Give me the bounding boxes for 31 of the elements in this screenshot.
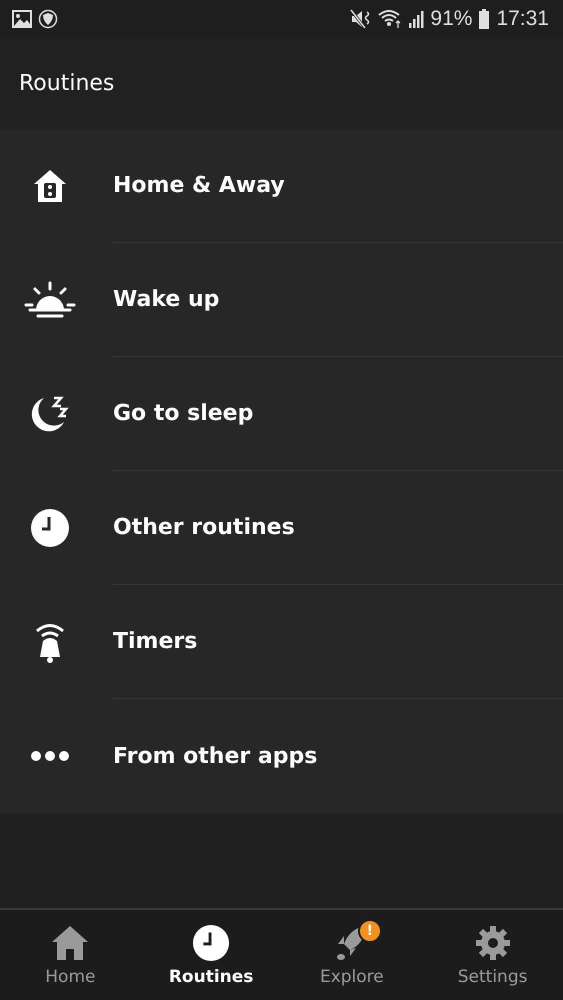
routine-item[interactable]: Wake up	[0, 243, 563, 357]
routine-label: Wake up	[113, 287, 220, 312]
image-icon	[12, 10, 32, 28]
battery-percentage: 91%	[430, 6, 472, 30]
routine-label: From other apps	[113, 744, 318, 768]
routine-item[interactable]: Go to sleep	[0, 357, 563, 471]
nav-tab[interactable]: ! Explore	[282, 910, 422, 1000]
home-icon	[51, 925, 90, 961]
routine-item[interactable]: Home & Away	[0, 129, 563, 243]
routine-item[interactable]: Other routines	[0, 471, 563, 585]
signal-icon	[408, 8, 424, 28]
routine-item[interactable]: From other apps	[0, 699, 563, 813]
clock-icon	[192, 924, 230, 962]
page-title: Routines	[19, 70, 114, 96]
routine-item[interactable]: Timers	[0, 585, 563, 699]
sunrise-icon	[24, 280, 76, 320]
notification-badge: !	[358, 919, 382, 943]
routine-label: Timers	[113, 629, 198, 654]
routine-label: Other routines	[113, 515, 295, 540]
shield-icon	[38, 8, 58, 28]
battery-icon	[478, 8, 490, 28]
nav-tab[interactable]: Settings	[422, 910, 563, 1000]
clock-icon	[30, 508, 70, 548]
nav-tab[interactable]: Routines	[140, 910, 282, 1000]
routine-label: Home & Away	[113, 173, 285, 198]
routine-label: Go to sleep	[113, 401, 254, 426]
clock-time: 17:31	[496, 6, 549, 30]
wifi-icon	[378, 8, 402, 28]
nav-tab[interactable]: Home	[0, 910, 141, 1000]
more-icon	[30, 750, 70, 762]
gear-icon	[474, 925, 511, 961]
